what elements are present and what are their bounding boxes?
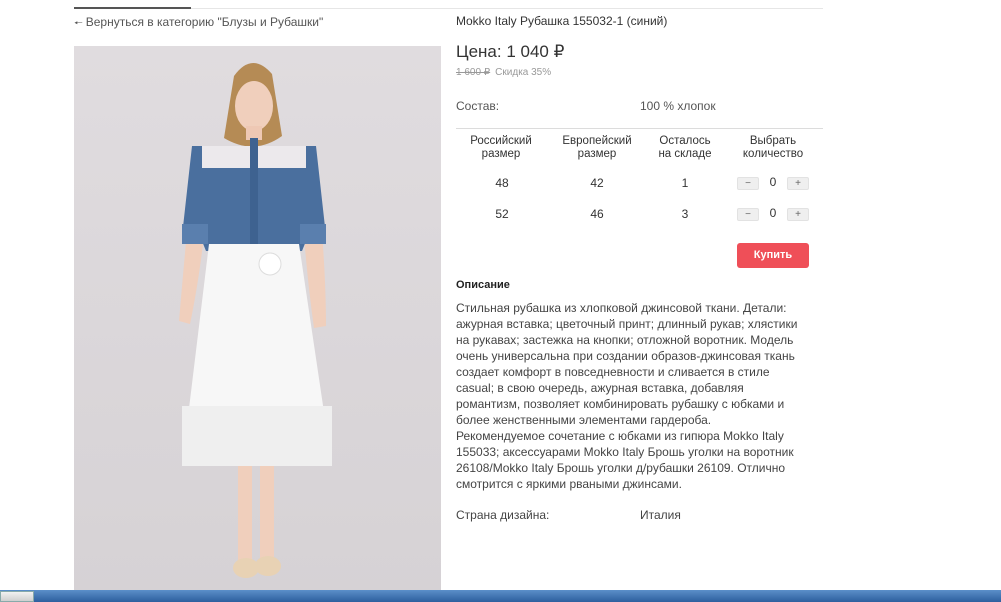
product-price: Цена: 1 040 ₽ bbox=[456, 42, 565, 61]
table-divider bbox=[456, 128, 823, 129]
header-stock: Осталось на складе bbox=[658, 135, 712, 160]
row1-decrement-button[interactable]: − bbox=[737, 177, 759, 190]
model-illustration bbox=[179, 62, 332, 578]
os-taskbar bbox=[0, 590, 1001, 602]
product-photo[interactable] bbox=[74, 46, 441, 596]
old-price: 1 600 ₽ bbox=[456, 67, 491, 78]
row1-quantity[interactable]: 0 bbox=[765, 175, 781, 189]
row2-quantity[interactable]: 0 bbox=[765, 206, 781, 220]
description-text: Стильная рубашка из хлопковой джинсовой … bbox=[456, 300, 808, 492]
header-quantity: Выбрать количество bbox=[742, 135, 804, 160]
country-label: Страна дизайна: bbox=[456, 508, 550, 522]
header-ru-size: Российский размер bbox=[470, 135, 532, 160]
description-paragraph-1: Стильная рубашка из хлопковой джинсовой … bbox=[456, 301, 798, 427]
row2-eu-size: 46 bbox=[590, 207, 604, 221]
country-value: Италия bbox=[640, 508, 681, 522]
description-paragraph-2: Рекомендуемое сочетание с юбками из гипю… bbox=[456, 429, 794, 491]
row2-decrement-button[interactable]: − bbox=[737, 208, 759, 221]
discount-label: Скидка 35% bbox=[495, 67, 552, 78]
row1-eu-size: 42 bbox=[590, 176, 604, 190]
back-to-category-link[interactable]: 🠔 Вернуться в категорию "Блузы и Рубашки" bbox=[74, 15, 323, 33]
row1-increment-button[interactable]: + bbox=[787, 177, 809, 190]
header-eu-size: Европейский размер bbox=[562, 135, 632, 160]
top-divider-accent bbox=[74, 7, 191, 9]
row2-increment-button[interactable]: + bbox=[787, 208, 809, 221]
back-link-label: Вернуться в категорию "Блузы и Рубашки" bbox=[85, 15, 324, 29]
row2-ru-size: 52 bbox=[495, 207, 509, 221]
back-arrow-icon: 🠔 bbox=[74, 18, 83, 29]
composition-value: 100 % хлопок bbox=[640, 99, 716, 113]
start-button[interactable] bbox=[0, 591, 34, 602]
old-price-row: 1 600 ₽ Скидка 35% bbox=[456, 67, 551, 78]
row1-ru-size: 48 bbox=[495, 176, 509, 190]
row1-stock: 1 bbox=[681, 176, 689, 190]
description-title: Описание bbox=[456, 279, 510, 291]
buy-button[interactable]: Купить bbox=[737, 243, 809, 268]
composition-label: Состав: bbox=[456, 99, 500, 113]
row2-stock: 3 bbox=[681, 207, 689, 221]
product-title: Mokko Italy Рубашка 155032-1 (синий) bbox=[456, 14, 668, 28]
